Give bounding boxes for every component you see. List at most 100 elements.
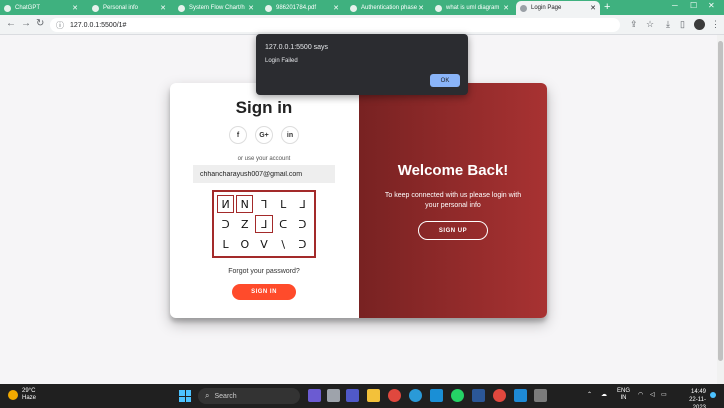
tab-label: ChatGPT bbox=[15, 5, 41, 11]
file-explorer-icon[interactable] bbox=[367, 389, 380, 402]
weather-condition: Haze bbox=[22, 395, 37, 401]
scrollbar-thumb[interactable] bbox=[718, 41, 723, 361]
pattern-cell[interactable]: ᒧ bbox=[254, 214, 273, 234]
tab-system-flow-chart[interactable]: System Flow Chart/h ✕ bbox=[174, 1, 258, 15]
browser-toolbar: ← → ↻ ⓘ 127.0.0.1:5500/1# ⇪ ☆ ⤓ ▯ ⋮ bbox=[0, 15, 724, 35]
bookmark-star-icon[interactable]: ☆ bbox=[646, 19, 654, 30]
pattern-cell[interactable]: Z bbox=[235, 214, 254, 234]
pdf-favicon-icon bbox=[265, 4, 272, 12]
word-app-icon[interactable] bbox=[472, 389, 485, 402]
linkedin-icon[interactable]: in bbox=[281, 126, 299, 144]
vscode-app-icon[interactable] bbox=[514, 389, 527, 402]
pattern-cell[interactable]: ᑕ bbox=[274, 214, 293, 234]
side-panel-icon[interactable]: ▯ bbox=[680, 19, 685, 30]
search-label: Search bbox=[214, 392, 237, 400]
tab-personal-info[interactable]: Personal info ✕ bbox=[88, 1, 170, 15]
site-info-icon[interactable]: ⓘ bbox=[56, 20, 64, 31]
pattern-cell[interactable]: Ο bbox=[235, 234, 254, 254]
forward-icon[interactable]: → bbox=[21, 18, 31, 29]
store-app-icon[interactable] bbox=[430, 389, 443, 402]
wifi-icon[interactable]: ◠ bbox=[638, 391, 643, 398]
copilot-app-icon[interactable] bbox=[308, 389, 321, 402]
pattern-cell[interactable]: ᒧ bbox=[293, 194, 312, 214]
tab-label: Personal info bbox=[103, 5, 139, 11]
maximize-icon[interactable]: ☐ bbox=[690, 1, 697, 10]
sun-haze-icon bbox=[8, 390, 18, 400]
tab-authentication-phase[interactable]: Authentication phase ✕ bbox=[346, 1, 428, 15]
snipping-tool-icon[interactable] bbox=[534, 389, 547, 402]
taskbar-search[interactable]: ⌕ Search bbox=[198, 388, 300, 404]
menu-kebab-icon[interactable]: ⋮ bbox=[711, 19, 720, 30]
globe-favicon-icon bbox=[520, 4, 527, 12]
close-tab-icon[interactable]: ✕ bbox=[418, 4, 424, 12]
tray-overflow-icon[interactable]: ⌃ bbox=[587, 391, 592, 398]
task-view-icon[interactable] bbox=[327, 389, 340, 402]
pattern-cell[interactable]: Ν bbox=[235, 194, 254, 214]
chrome-app-icon[interactable] bbox=[388, 389, 401, 402]
facebook-icon[interactable]: f bbox=[229, 126, 247, 144]
sign-in-button[interactable]: SIGN IN bbox=[232, 284, 296, 300]
minimize-icon[interactable]: ─ bbox=[672, 1, 678, 10]
welcome-title: Welcome Back! bbox=[397, 162, 509, 179]
edge-app-icon[interactable] bbox=[409, 389, 422, 402]
notification-icon[interactable] bbox=[710, 392, 716, 398]
close-tab-icon[interactable]: ✕ bbox=[590, 4, 596, 12]
reload-icon[interactable]: ↻ bbox=[36, 18, 44, 29]
language-code: ENG bbox=[617, 388, 631, 394]
pattern-cell[interactable]: ᑐ bbox=[293, 234, 312, 254]
close-tab-icon[interactable]: ✕ bbox=[72, 4, 78, 12]
tab-label: Login Page bbox=[531, 5, 562, 11]
tab-chatgpt[interactable]: ChatGPT ✕ bbox=[0, 1, 82, 15]
tab-uml-diagram[interactable]: what is uml diagram ✕ bbox=[431, 1, 513, 15]
chrome-profile-app-icon[interactable] bbox=[493, 389, 506, 402]
search-icon: ⌕ bbox=[205, 391, 210, 400]
tab-login-page[interactable]: Login Page ✕ bbox=[516, 1, 600, 15]
pattern-cell[interactable]: ᒣ bbox=[254, 194, 273, 214]
profile-avatar[interactable] bbox=[694, 19, 705, 30]
close-tab-icon[interactable]: ✕ bbox=[503, 4, 509, 12]
download-icon[interactable]: ⤓ bbox=[666, 19, 670, 30]
back-icon[interactable]: ← bbox=[6, 18, 16, 29]
sign-in-title: Sign in bbox=[235, 98, 293, 117]
pattern-cell[interactable]: ᑐ bbox=[293, 214, 312, 234]
new-tab-button[interactable]: + bbox=[604, 1, 610, 13]
volume-icon[interactable]: ◁ bbox=[650, 391, 655, 398]
sign-up-button[interactable]: SIGN UP bbox=[418, 221, 488, 240]
weather-widget[interactable]: 29°C Haze bbox=[8, 388, 36, 402]
battery-icon[interactable]: ▭ bbox=[661, 391, 667, 398]
pattern-cell[interactable]: V bbox=[254, 234, 273, 254]
taskbar-clock[interactable]: 14:49 22-11-2023 bbox=[676, 388, 706, 408]
pattern-captcha-grid: И Ν ᒣ ᒪ ᒧ ᑐ Z ᒧ ᑕ ᑐ ᒪ Ο V \ ᑐ bbox=[212, 190, 316, 258]
onedrive-icon[interactable]: ☁ bbox=[601, 391, 607, 398]
welcome-text: To keep connected with us please login w… bbox=[384, 192, 522, 209]
pattern-cell[interactable]: ᑐ bbox=[216, 214, 235, 234]
share-icon[interactable]: ⇪ bbox=[630, 19, 638, 30]
forgot-password-link[interactable]: Forgot your password? bbox=[170, 268, 358, 275]
windows-start-icon[interactable] bbox=[179, 390, 191, 402]
or-use-account-text: or use your account bbox=[237, 156, 291, 162]
address-bar[interactable]: ⓘ 127.0.0.1:5500/1# bbox=[50, 18, 620, 32]
alert-message: Login Failed bbox=[265, 58, 298, 64]
teams-app-icon[interactable] bbox=[346, 389, 359, 402]
google-plus-icon[interactable]: G+ bbox=[255, 126, 273, 144]
tab-label: what is uml diagram bbox=[446, 5, 500, 11]
email-input[interactable] bbox=[193, 165, 335, 183]
page-favicon-icon bbox=[350, 4, 357, 12]
language-indicator[interactable]: ENG IN bbox=[617, 388, 630, 402]
pattern-cell[interactable]: ᒪ bbox=[274, 194, 293, 214]
page-scrollbar[interactable] bbox=[717, 35, 724, 384]
welcome-overlay-panel: Welcome Back! To keep connected with us … bbox=[359, 83, 547, 318]
close-tab-icon[interactable]: ✕ bbox=[333, 4, 339, 12]
close-tab-icon[interactable]: ✕ bbox=[248, 4, 254, 12]
pattern-cell[interactable]: И bbox=[216, 194, 235, 214]
alert-ok-button[interactable]: OK bbox=[430, 74, 460, 87]
tab-pdf[interactable]: 986201784.pdf ✕ bbox=[261, 1, 343, 15]
google-favicon-icon bbox=[435, 4, 442, 12]
close-window-icon[interactable]: ✕ bbox=[708, 1, 715, 10]
close-tab-icon[interactable]: ✕ bbox=[160, 4, 166, 12]
whatsapp-app-icon[interactable] bbox=[451, 389, 464, 402]
tab-label: Authentication phase bbox=[361, 5, 418, 11]
google-favicon-icon bbox=[92, 4, 99, 12]
pattern-cell[interactable]: ᒪ bbox=[216, 234, 235, 254]
pattern-cell[interactable]: \ bbox=[274, 234, 293, 254]
